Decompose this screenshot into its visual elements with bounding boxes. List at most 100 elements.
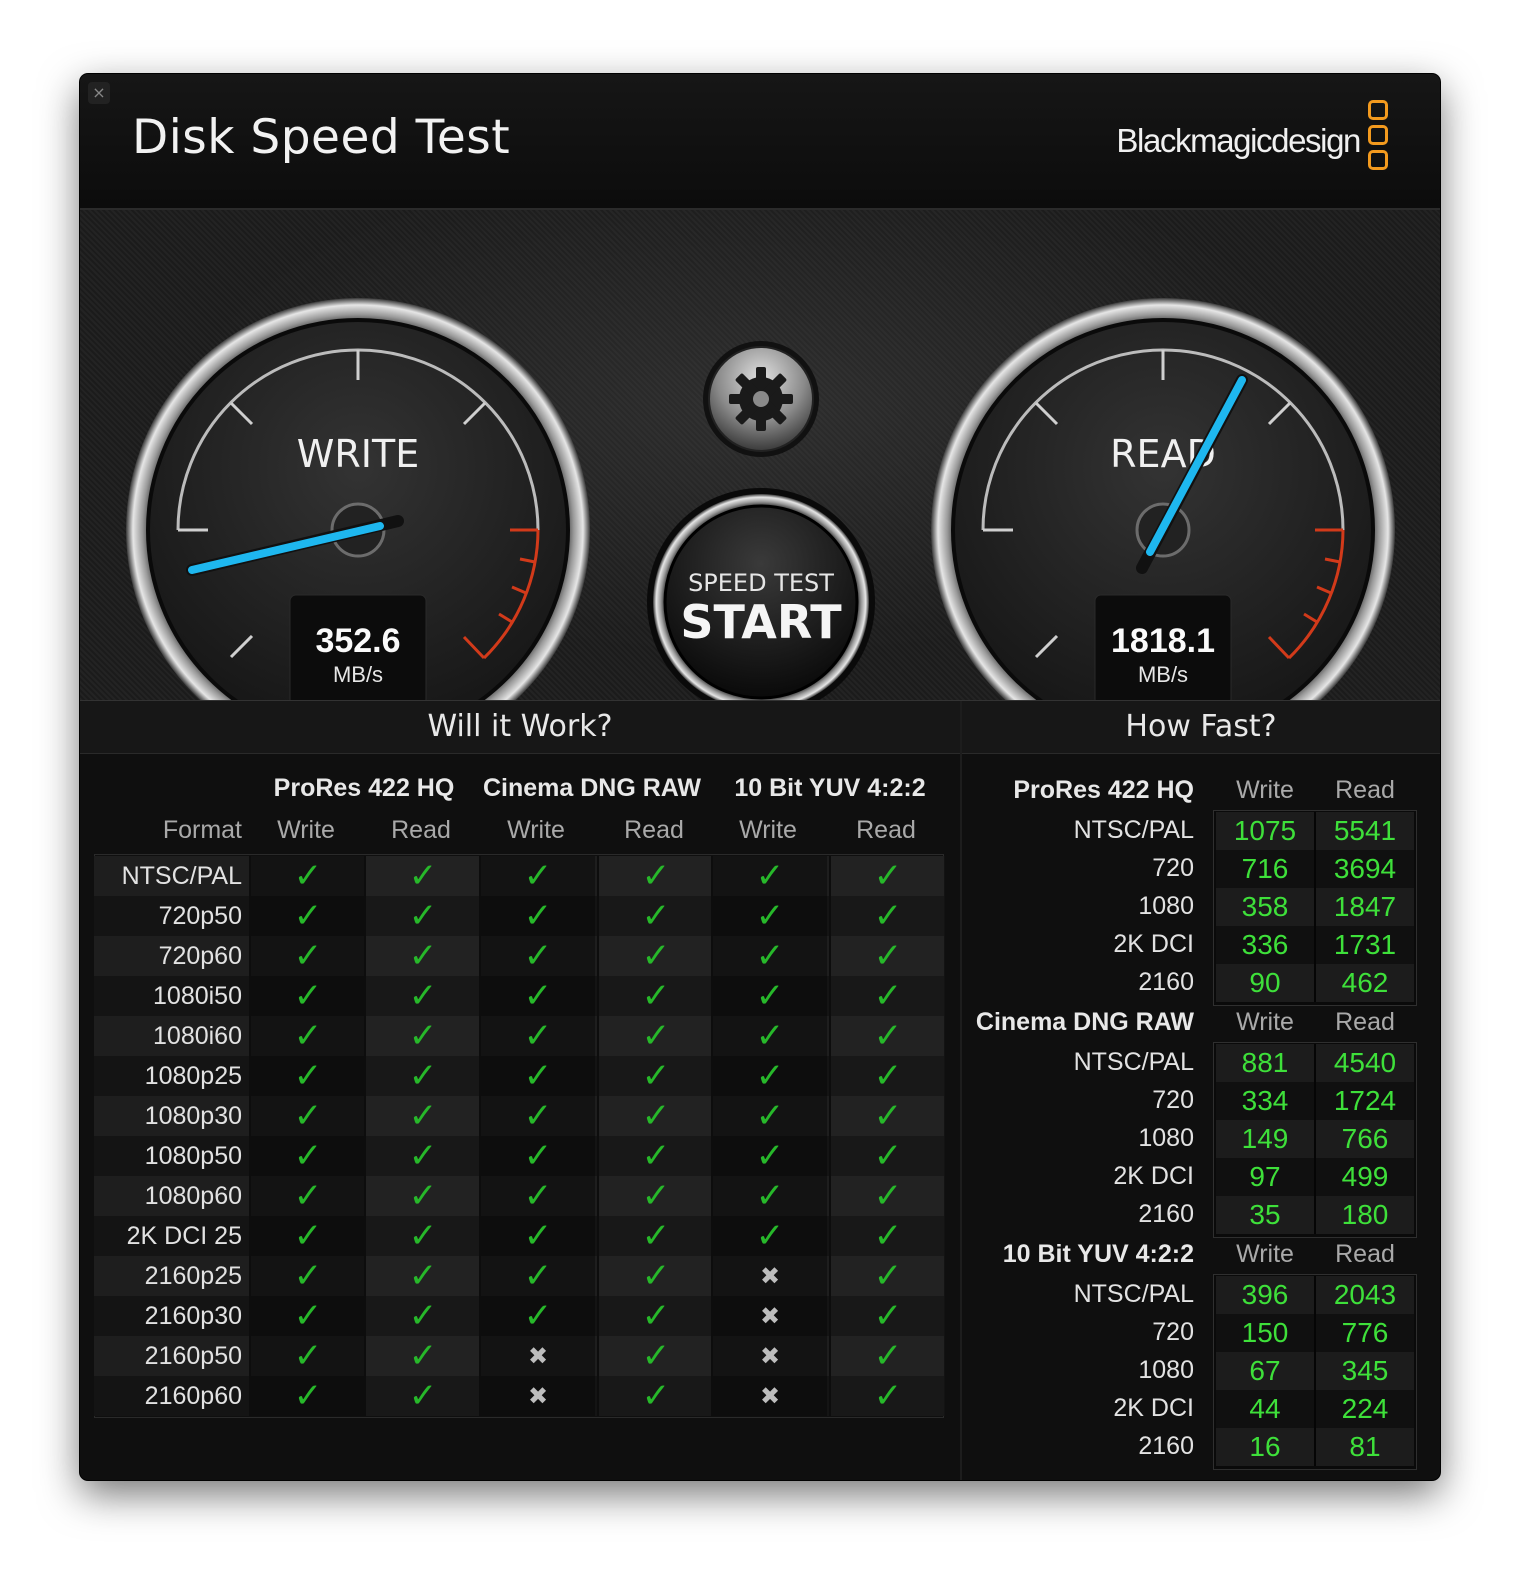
check-icon: ✓ [873, 1376, 903, 1416]
result-cell: ✓ [829, 1096, 945, 1136]
settings-button[interactable] [703, 341, 819, 457]
how-fast-row-label: 2K DCI [1113, 1394, 1194, 1422]
check-icon: ✓ [523, 1296, 553, 1336]
check-icon: ✓ [641, 1336, 671, 1376]
read-speed-cell: 4540 [1316, 1044, 1414, 1082]
read-speed-cell: 345 [1316, 1352, 1414, 1390]
read-speed-cell: 766 [1316, 1120, 1414, 1158]
result-cell: ✓ [249, 1136, 365, 1176]
result-cell: ✓ [479, 856, 595, 896]
check-icon: ✓ [641, 1056, 671, 1096]
how-fast-row-label: 1080 [1138, 1356, 1194, 1384]
check-icon: ✓ [641, 1216, 671, 1256]
read-speed-cell: 2043 [1316, 1276, 1414, 1314]
result-cell: ✓ [711, 1096, 827, 1136]
format-label: 1080p25 [144, 1062, 242, 1090]
check-icon: ✓ [408, 1096, 438, 1136]
result-cell: ✓ [597, 936, 713, 976]
read-speed-cell: 1724 [1316, 1082, 1414, 1120]
result-cell: ✓ [711, 1216, 827, 1256]
how-fast-row-label: 720 [1152, 1086, 1194, 1114]
check-icon: ✓ [523, 1176, 553, 1216]
format-label: 2160p30 [144, 1302, 242, 1330]
gauges-svg: WRITE 352.6 MB/s READ 1818.1 MB/s SPEED … [126, 298, 1395, 700]
check-icon: ✓ [873, 856, 903, 896]
check-icon: ✓ [408, 896, 438, 936]
check-icon: ✓ [755, 1176, 785, 1216]
result-cell: ✓ [597, 856, 713, 896]
check-icon: ✓ [873, 896, 903, 936]
write-gauge-label: WRITE [297, 432, 419, 476]
result-cell: ✓ [829, 936, 945, 976]
cross-icon: ✖ [759, 1262, 781, 1290]
check-icon: ✓ [293, 1056, 323, 1096]
how-fast-row-label: 1080 [1138, 1124, 1194, 1152]
brand-name: Blackmagicdesign [1116, 122, 1361, 159]
check-icon: ✓ [408, 936, 438, 976]
check-icon: ✓ [523, 1136, 553, 1176]
write-speed-cell: 336 [1216, 926, 1316, 964]
table-row: 720p50 ✓ ✓ ✓ ✓ ✓ ✓ [94, 896, 944, 936]
check-icon: ✓ [523, 1256, 553, 1296]
check-icon: ✓ [293, 1016, 323, 1056]
how-fast-row-label: 720 [1152, 1318, 1194, 1346]
check-icon: ✓ [293, 1216, 323, 1256]
result-cell: ✓ [364, 1096, 480, 1136]
how-fast-row-label: 2K DCI [1113, 1162, 1194, 1190]
result-cell: ✓ [249, 1096, 365, 1136]
check-icon: ✓ [755, 1056, 785, 1096]
cross-icon: ✖ [759, 1342, 781, 1370]
result-cell: ✓ [829, 1336, 945, 1376]
check-icon: ✓ [641, 1376, 671, 1416]
group-header: ProRes 422 HQ [273, 774, 455, 802]
close-icon[interactable]: × [88, 82, 110, 104]
check-icon: ✓ [873, 936, 903, 976]
check-icon: ✓ [523, 856, 553, 896]
result-cell: ✓ [249, 1016, 365, 1056]
check-icon: ✓ [293, 1376, 323, 1416]
check-icon: ✓ [873, 1016, 903, 1056]
how-fast-row-label: 2160 [1138, 968, 1194, 996]
format-label: 2K DCI 25 [126, 1222, 242, 1250]
check-icon: ✓ [523, 1056, 553, 1096]
table-row: 1080p50 ✓ ✓ ✓ ✓ ✓ ✓ [94, 1136, 944, 1176]
cross-icon: ✖ [759, 1302, 781, 1330]
check-icon: ✓ [641, 1296, 671, 1336]
write-speed-cell: 396 [1216, 1276, 1316, 1314]
format-label: 2160p50 [144, 1342, 242, 1370]
result-cell: ✓ [249, 896, 365, 936]
write-speed-cell: 44 [1216, 1390, 1316, 1428]
how-fast-column-header: Write [1236, 1008, 1294, 1036]
write-speed-cell: 716 [1216, 850, 1316, 888]
section-divider [960, 701, 962, 1480]
result-cell: ✓ [711, 976, 827, 1016]
table-row: 1080i60 ✓ ✓ ✓ ✓ ✓ ✓ [94, 1016, 944, 1056]
how-fast-row-label: NTSC/PAL [1073, 1048, 1194, 1076]
result-cell: ✓ [711, 936, 827, 976]
cross-icon: ✖ [759, 1382, 781, 1410]
result-cell: ✓ [479, 1256, 595, 1296]
read-speed-cell: 499 [1316, 1158, 1414, 1196]
start-button[interactable]: SPEED TEST START [647, 488, 875, 700]
check-icon: ✓ [293, 976, 323, 1016]
how-fast-row-label: NTSC/PAL [1073, 816, 1194, 844]
result-cell: ✖ [479, 1376, 595, 1416]
how-fast-row-label: 1080 [1138, 892, 1194, 920]
how-fast-column-header: Write [1236, 1240, 1294, 1268]
result-cell: ✓ [249, 1176, 365, 1216]
result-cell: ✓ [249, 1336, 365, 1376]
check-icon: ✓ [523, 976, 553, 1016]
result-cell: ✓ [249, 1056, 365, 1096]
check-icon: ✓ [641, 896, 671, 936]
result-cell: ✓ [829, 1136, 945, 1176]
result-cell: ✓ [249, 1296, 365, 1336]
result-cell: ✓ [249, 976, 365, 1016]
check-icon: ✓ [408, 1056, 438, 1096]
format-label: 720p50 [158, 902, 242, 930]
format-label: 1080i50 [153, 982, 242, 1010]
group-header: Cinema DNG RAW [482, 774, 702, 802]
format-label: 1080i60 [153, 1022, 242, 1050]
result-cell: ✓ [597, 1256, 713, 1296]
check-icon: ✓ [523, 1016, 553, 1056]
table-row: 2160p60 ✓ ✓ ✖ ✓ ✖ ✓ [94, 1376, 944, 1416]
